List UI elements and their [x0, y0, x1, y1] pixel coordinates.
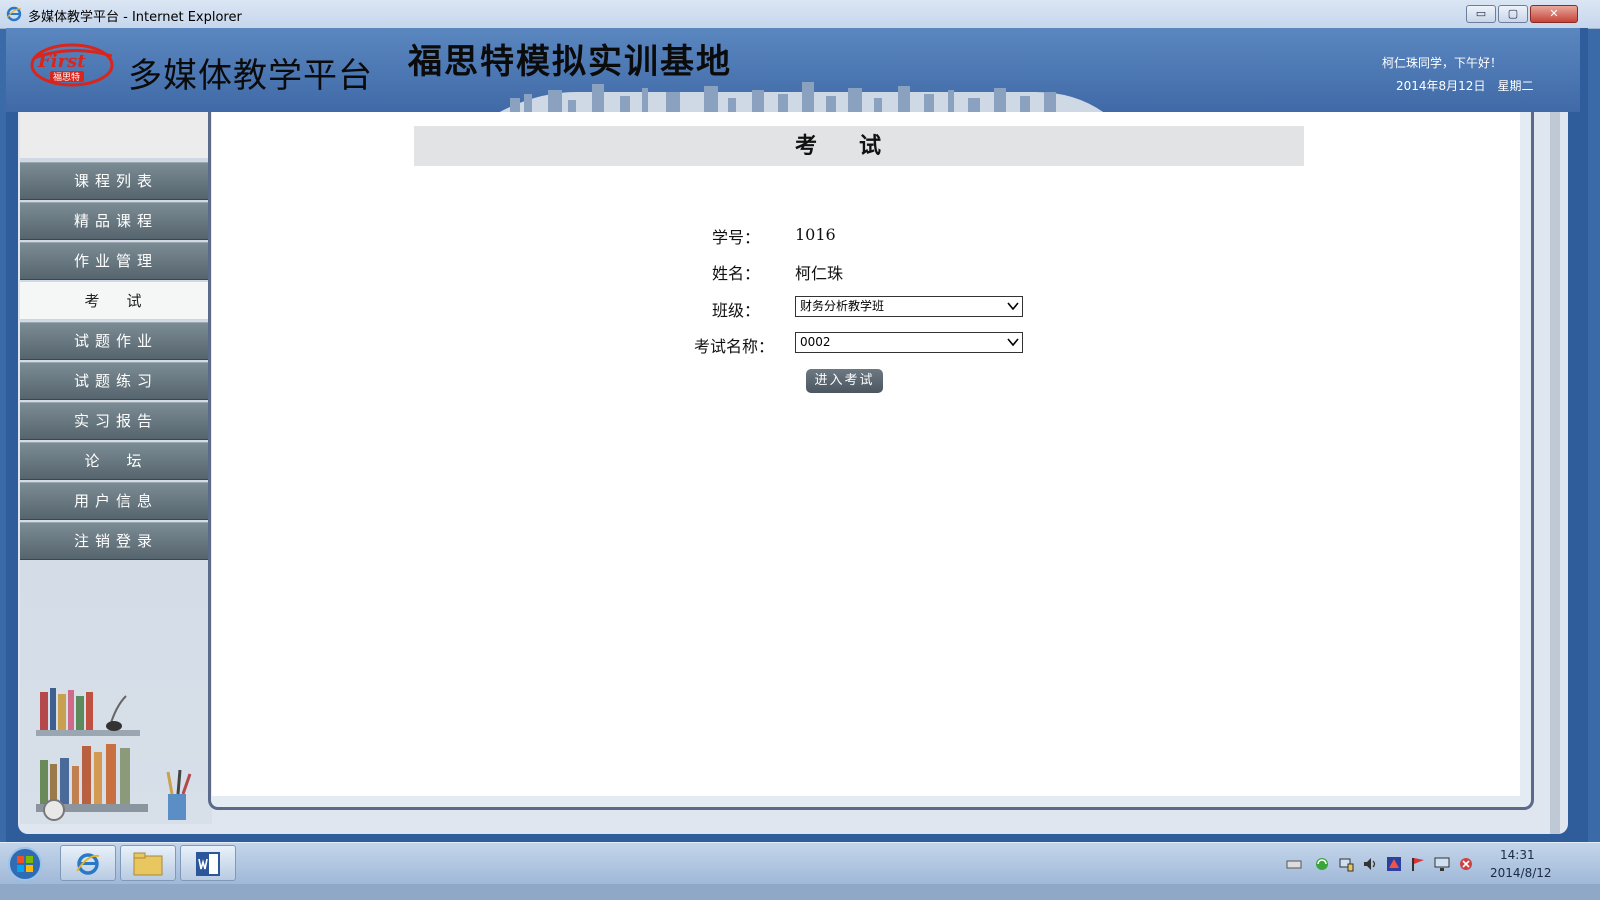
- chevron-down-icon: [1007, 338, 1019, 347]
- first-logo: First 福思特: [30, 43, 114, 87]
- maximize-icon: ▢: [1507, 7, 1519, 20]
- page-title: 考试: [414, 126, 1304, 166]
- power-warning-icon[interactable]: [1458, 856, 1474, 872]
- class-select-value: 财务分析教学班: [800, 299, 885, 313]
- taskbar-file-explorer[interactable]: [120, 845, 176, 881]
- exam-name-select[interactable]: 0002: [795, 332, 1023, 353]
- flag-icon[interactable]: [1410, 856, 1426, 872]
- taskbar-word[interactable]: [180, 845, 236, 881]
- chevron-down-icon: [1007, 302, 1019, 311]
- student-id-label: 学号：: [711, 228, 760, 247]
- sidebar-item-course-list[interactable]: 课程列表: [20, 162, 212, 200]
- volume-icon[interactable]: [1362, 856, 1378, 872]
- logo-text: First: [37, 51, 86, 72]
- class-select[interactable]: 财务分析教学班: [795, 296, 1023, 317]
- page-scrollbar[interactable]: [1550, 112, 1560, 834]
- window-titlebar: 多媒体教学平台 - Internet Explorer ▭ ▢ ✕: [0, 0, 1600, 29]
- name-value: 柯仁珠: [795, 264, 844, 283]
- sidebar-item-question-homework[interactable]: 试题作业: [20, 322, 212, 360]
- class-label: 班级：: [711, 301, 760, 320]
- logo-subtext: 福思特: [53, 71, 80, 83]
- word-icon: [196, 852, 220, 876]
- internet-explorer-icon: [6, 6, 22, 22]
- sidebar-item-homework-management[interactable]: 作业管理: [20, 242, 212, 280]
- maximize-button[interactable]: ▢: [1498, 5, 1528, 23]
- sidebar-item-question-practice[interactable]: 试题练习: [20, 362, 212, 400]
- site-header: First 福思特 多媒体教学平台 福思特模拟实训基地 柯仁珠同学，下午好！ 2…: [6, 28, 1580, 112]
- network-icon[interactable]: [1338, 856, 1354, 872]
- close-icon: ✕: [1549, 7, 1559, 20]
- exam-name-select-value: 0002: [800, 335, 831, 349]
- exam-name-label: 考试名称：: [693, 337, 774, 356]
- display-icon[interactable]: [1434, 856, 1450, 872]
- date-text: 2014年8月12日 星期二: [1396, 79, 1534, 93]
- taskbar-clock-date[interactable]: 2014/8/12: [1490, 866, 1552, 880]
- sidebar-item-user-info[interactable]: 用户信息: [20, 482, 212, 520]
- site-title: 多媒体教学平台: [128, 56, 373, 96]
- taskbar-clock-time[interactable]: 14:31: [1500, 848, 1535, 862]
- main-panel: [212, 112, 1520, 796]
- internet-explorer-icon: [76, 853, 100, 875]
- sidebar-item-forum[interactable]: 论 坛: [20, 442, 212, 480]
- sidebar-item-exam[interactable]: 考 试: [20, 282, 212, 320]
- keyboard-icon[interactable]: [1286, 856, 1302, 872]
- greeting-text: 柯仁珠同学，下午好！: [1382, 56, 1503, 70]
- minimize-button[interactable]: ▭: [1466, 5, 1496, 23]
- sidebar-item-internship-report[interactable]: 实习报告: [20, 402, 212, 440]
- name-label: 姓名：: [711, 264, 760, 283]
- sidebar-item-premium-courses[interactable]: 精品课程: [20, 202, 212, 240]
- minimize-icon: ▭: [1475, 7, 1487, 20]
- windows-start-icon[interactable]: [4, 846, 46, 882]
- taskbar-internet-explorer[interactable]: [60, 845, 116, 881]
- enter-exam-button[interactable]: 进入考试: [806, 369, 883, 393]
- sync-icon[interactable]: [1314, 856, 1330, 872]
- window-title: 多媒体教学平台 - Internet Explorer: [28, 10, 242, 25]
- taskbar-bottom-strip: [0, 884, 1600, 900]
- sidebar-item-logout[interactable]: 注销登录: [20, 522, 212, 560]
- app-tray-icon[interactable]: [1386, 856, 1402, 872]
- taskbar: [0, 842, 1600, 885]
- student-id-value: 1016: [795, 225, 836, 244]
- folder-icon: [133, 852, 163, 876]
- bookshelf-illustration: [36, 688, 192, 821]
- city-skyline-graphic: [499, 82, 1104, 112]
- sidebar-nav: 课程列表 精品课程 作业管理 考 试 试题作业 试题练习 实习报告 论 坛 用户…: [20, 162, 212, 562]
- close-button[interactable]: ✕: [1530, 5, 1578, 23]
